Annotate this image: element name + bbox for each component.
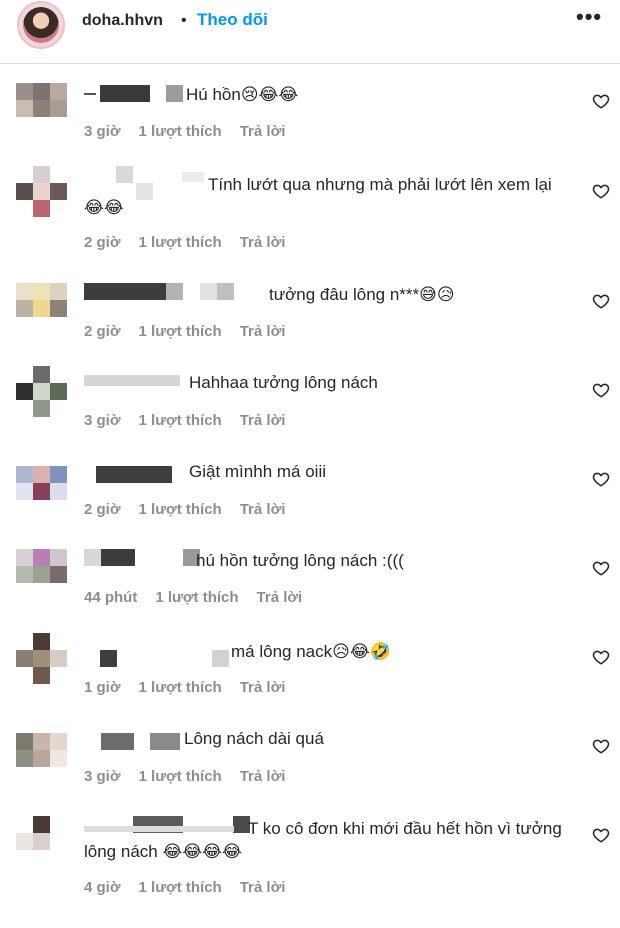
heart-outline-icon[interactable] <box>592 182 610 200</box>
heart-outline-icon[interactable] <box>592 559 610 577</box>
comment-meta: 3 giờ 1 lượt thích Trả lời <box>84 768 303 785</box>
commenter-name-redacted[interactable] <box>84 733 184 750</box>
reply-link[interactable]: Trả lời <box>240 679 286 696</box>
reply-link[interactable]: Trả lời <box>240 501 286 518</box>
reply-link[interactable]: Trả lời <box>240 768 286 785</box>
comment-time[interactable]: 4 giờ <box>84 879 121 896</box>
heart-outline-icon[interactable] <box>592 737 610 755</box>
comment-text: T ko cô đơn khi mới đầu hết hồn vì tưởng… <box>84 819 567 861</box>
comment-time[interactable]: 3 giờ <box>84 123 121 140</box>
heart-outline-icon[interactable] <box>592 470 610 488</box>
commenter-avatar[interactable] <box>16 549 67 600</box>
reply-link[interactable]: Trả lời <box>240 323 286 340</box>
commenter-name-redacted[interactable] <box>84 283 254 300</box>
comment-text: Hú hồn😢😂😂 <box>186 85 299 104</box>
comment-likes[interactable]: 1 lượt thích <box>139 679 222 696</box>
profile-avatar[interactable] <box>17 1 65 49</box>
comment-meta: 1 giờ 1 lượt thích Trả lời <box>84 679 303 696</box>
header-separator: • <box>181 12 187 29</box>
heart-outline-icon[interactable] <box>592 648 610 666</box>
commenter-name-redacted[interactable] <box>84 85 184 102</box>
reply-link[interactable]: Trả lời <box>240 123 286 140</box>
post-header: doha.hhvn • Theo dõi ••• <box>0 0 620 64</box>
comment-text: tưởng đâu lông n***😅😥 <box>269 285 455 304</box>
comment-likes[interactable]: 1 lượt thích <box>139 123 222 140</box>
heart-outline-icon[interactable] <box>592 92 610 110</box>
commenter-avatar[interactable] <box>16 83 67 134</box>
commenter-avatar[interactable] <box>16 283 67 334</box>
comment-time[interactable]: 44 phút <box>84 589 137 606</box>
comment-text: má lông nack😥😂🤣 <box>231 642 391 661</box>
comment-time[interactable]: 2 giờ <box>84 323 121 340</box>
avatar-photo <box>23 7 59 43</box>
comment-likes[interactable]: 1 lượt thích <box>139 234 222 251</box>
comment-likes[interactable]: 1 lượt thích <box>139 412 222 429</box>
comment-meta: 4 giờ 1 lượt thích Trả lời <box>84 879 303 896</box>
reply-link[interactable]: Trả lời <box>257 589 303 606</box>
comment-likes[interactable]: 1 lượt thích <box>155 589 238 606</box>
comment-time[interactable]: 3 giờ <box>84 768 121 785</box>
commenter-avatar[interactable] <box>16 466 67 517</box>
comment-time[interactable]: 3 giờ <box>84 412 121 429</box>
commenter-name-redacted[interactable] <box>84 369 184 386</box>
comment-meta: 2 giờ 1 lượt thích Trả lời <box>84 234 303 251</box>
reply-link[interactable]: Trả lời <box>240 412 286 429</box>
commenter-avatar[interactable] <box>16 733 67 784</box>
comment-meta: 3 giờ 1 lượt thích Trả lời <box>84 412 303 429</box>
reply-link[interactable]: Trả lời <box>240 879 286 896</box>
comment-text: Lông nách dài quá <box>184 729 324 748</box>
comment-likes[interactable]: 1 lượt thích <box>139 323 222 340</box>
comment-time[interactable]: 1 giờ <box>84 679 121 696</box>
profile-username[interactable]: doha.hhvn <box>82 12 163 30</box>
comment-meta: 44 phút 1 lượt thích Trả lời <box>84 589 320 606</box>
comment-meta: 3 giờ 1 lượt thích Trả lời <box>84 123 303 140</box>
follow-button[interactable]: Theo dõi <box>197 10 268 30</box>
comment-likes[interactable]: 1 lượt thích <box>139 768 222 785</box>
comment-time[interactable]: 2 giờ <box>84 234 121 251</box>
comment-meta: 2 giờ 1 lượt thích Trả lời <box>84 501 303 518</box>
comment-text: hú hồn tưởng lông nách :((( <box>196 551 404 570</box>
heart-outline-icon[interactable] <box>592 381 610 399</box>
commenter-name-redacted[interactable] <box>96 466 186 483</box>
heart-outline-icon[interactable] <box>592 292 610 310</box>
comment-text: Giật mìnhh má oiii <box>189 462 326 481</box>
heart-outline-icon[interactable] <box>592 826 610 844</box>
reply-link[interactable]: Trả lời <box>240 234 286 251</box>
comment-text: Tính lướt qua nhưng mà phải lướt lên xem… <box>84 175 552 217</box>
comment-meta: 2 giờ 1 lượt thích Trả lời <box>84 323 303 340</box>
commenter-avatar[interactable] <box>16 166 67 217</box>
comment-text: Hahhaa tưởng lông nách <box>189 373 378 392</box>
commenter-name-redacted[interactable] <box>84 633 229 667</box>
comment-time[interactable]: 2 giờ <box>84 501 121 518</box>
commenter-avatar[interactable] <box>16 633 67 684</box>
commenter-avatar[interactable] <box>16 816 67 867</box>
commenter-name-redacted[interactable] <box>84 549 204 566</box>
more-options-icon[interactable]: ••• <box>576 4 602 30</box>
comment-likes[interactable]: 1 lượt thích <box>139 879 222 896</box>
commenter-avatar[interactable] <box>16 366 67 417</box>
comment-likes[interactable]: 1 lượt thích <box>139 501 222 518</box>
